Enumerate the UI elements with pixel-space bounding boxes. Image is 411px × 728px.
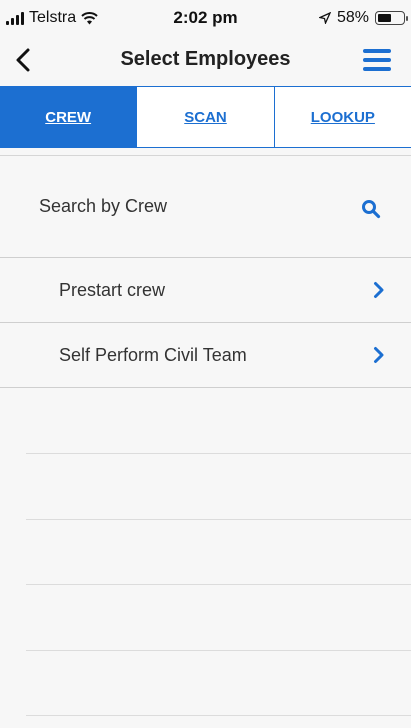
- battery-percent: 58%: [336, 9, 369, 26]
- tab-lookup[interactable]: LOOKUP: [273, 87, 411, 147]
- tab-crew[interactable]: CREW: [0, 87, 137, 147]
- status-bar: Telstra 2:02 pm 58%: [0, 0, 411, 34]
- battery-cap: [406, 16, 408, 21]
- menu-icon[interactable]: [363, 49, 391, 71]
- empty-row-divider: [26, 453, 411, 454]
- list-item-self-perform-civil-team[interactable]: Self Perform Civil Team: [0, 323, 411, 388]
- location-arrow-icon: [318, 12, 331, 24]
- search-label: Search by Crew: [39, 196, 168, 216]
- nav-bar: Select Employees: [0, 34, 411, 86]
- tab-scan[interactable]: SCAN: [136, 87, 273, 147]
- chevron-right-icon: [374, 282, 384, 298]
- status-right: 58%: [318, 9, 408, 27]
- battery-level: [378, 14, 391, 22]
- chevron-right-icon: [374, 347, 384, 363]
- page-title: Select Employees: [120, 48, 291, 70]
- empty-row-divider: [26, 650, 411, 651]
- empty-row-divider: [26, 584, 411, 585]
- search-icon[interactable]: [361, 199, 381, 219]
- list-item-label: Prestart crew: [59, 280, 166, 300]
- list-item-prestart-crew[interactable]: Prestart crew: [0, 258, 411, 323]
- empty-row-divider: [26, 519, 411, 520]
- tab-bar: CREW SCAN LOOKUP: [0, 86, 411, 148]
- search-by-crew-row[interactable]: Search by Crew: [0, 156, 411, 258]
- list-item-label: Self Perform Civil Team: [59, 345, 247, 365]
- battery-icon: [375, 11, 408, 25]
- empty-row-divider: [26, 715, 411, 716]
